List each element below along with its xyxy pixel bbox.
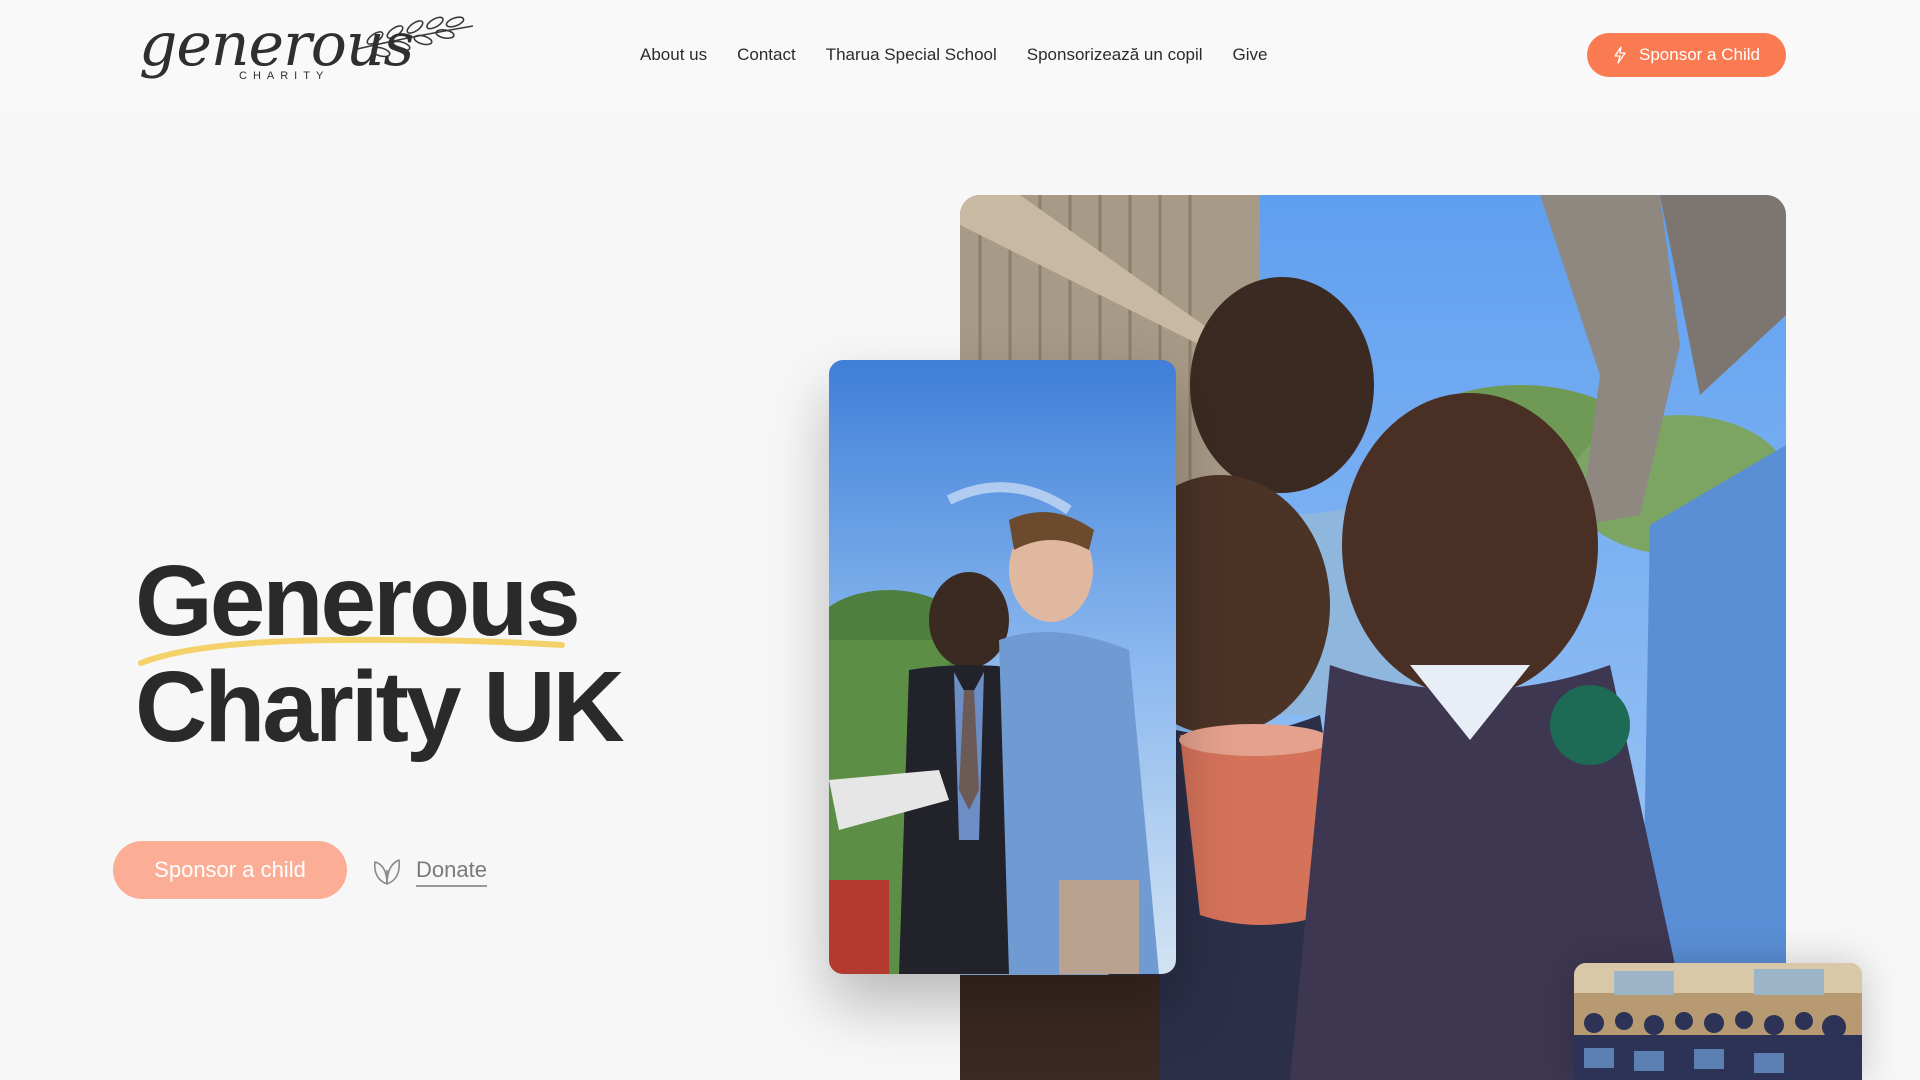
site-header: generous CHARITY About us Contact Tharua…	[0, 0, 1920, 112]
header-sponsor-button[interactable]: Sponsor a Child	[1587, 33, 1786, 77]
leaf-icon	[373, 859, 401, 885]
nav-item-about-us[interactable]: About us	[640, 45, 707, 65]
header-sponsor-label: Sponsor a Child	[1639, 45, 1760, 64]
nav-item-tharua-special-school[interactable]: Tharua Special School	[826, 45, 997, 65]
main-nav: About us Contact Tharua Special School S…	[640, 40, 1268, 70]
hero-photo-classroom	[1574, 963, 1862, 1080]
logo-subtitle: CHARITY	[239, 70, 330, 82]
hero-sponsor-button[interactable]: Sponsor a child	[113, 841, 347, 899]
donate-label: Donate	[416, 857, 487, 887]
nav-item-contact[interactable]: Contact	[737, 45, 796, 65]
site-logo[interactable]: generous CHARITY	[133, 8, 478, 103]
nav-item-sponsorizeaza[interactable]: Sponsorizează un copil	[1027, 45, 1203, 65]
title-underline	[138, 636, 565, 666]
hero-title-line2: Charity UK	[135, 651, 625, 763]
page: generous CHARITY About us Contact Tharua…	[0, 0, 1920, 1080]
hero-photo-visitors	[829, 360, 1176, 974]
donate-link[interactable]: Donate	[372, 852, 487, 892]
lightning-icon	[1614, 46, 1626, 64]
nav-item-give[interactable]: Give	[1233, 45, 1268, 65]
